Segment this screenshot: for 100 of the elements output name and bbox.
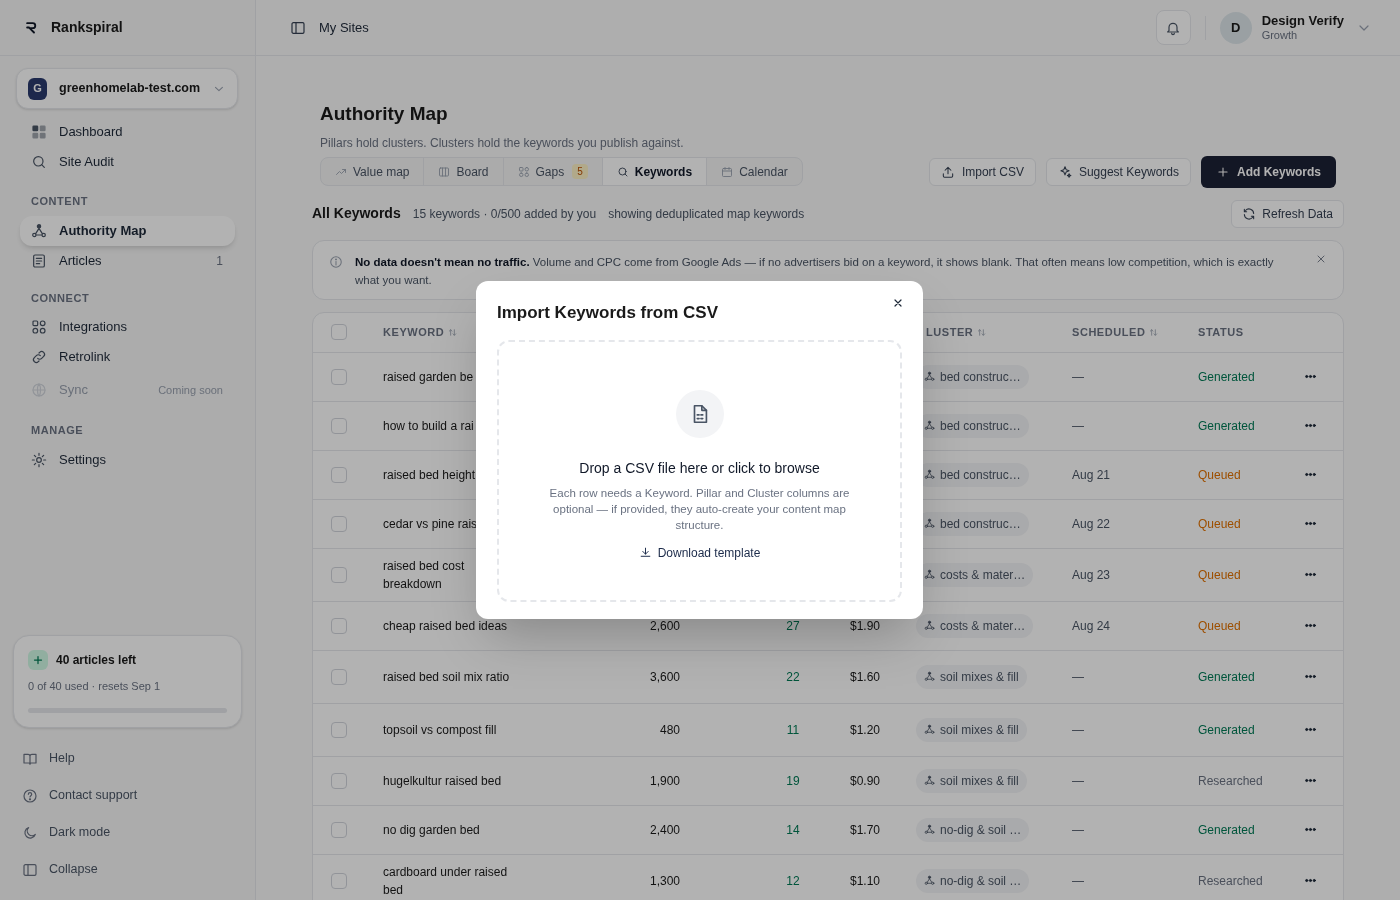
drop-zone[interactable]: Drop a CSV file here or click to browse Each row needs a Keyword. Pillar and Cluster columns are optional — if provided, they auto-create your content map structure. Download template <box>497 339 902 602</box>
nav-item[interactable]: Integrations <box>20 312 235 342</box>
scheduled-cell: Aug 24 <box>1072 618 1111 633</box>
scheduled-cell: — <box>1072 722 1084 737</box>
sort-icon <box>447 326 459 338</box>
nav-label: Sync <box>59 381 89 400</box>
calendar-icon <box>721 165 734 178</box>
scheduled-cell: Aug 21 <box>1072 467 1111 482</box>
footer-link[interactable]: Help <box>22 740 233 777</box>
scheduled-cell: — <box>1072 669 1084 684</box>
column-header[interactable]: KEYWORD <box>383 323 459 341</box>
row-checkbox[interactable] <box>331 872 347 889</box>
status-text: Queued <box>1198 618 1241 633</box>
difficulty-cell: 27 <box>786 618 800 633</box>
difficulty-cell: 12 <box>786 873 800 888</box>
view-tab[interactable]: Board <box>423 158 503 185</box>
cluster-tag[interactable]: no-dig & soil … <box>916 817 1030 842</box>
breadcrumb[interactable]: My Sites <box>319 17 369 38</box>
view-tab[interactable]: Value map <box>321 158 424 185</box>
section-heading: MANAGE <box>30 423 85 438</box>
cpc-cell: $0.90 <box>849 773 880 788</box>
sort-icon <box>1148 326 1160 338</box>
row-checkbox[interactable] <box>331 617 347 634</box>
nodes-icon <box>924 620 935 631</box>
page-title: Authority Map <box>320 102 449 126</box>
view-tab[interactable]: Gaps 5 <box>502 158 602 185</box>
status-text: Queued <box>1198 567 1241 582</box>
row-checkbox[interactable] <box>331 772 347 789</box>
drop-description: Each row needs a Keyword. Pillar and Cluster columns are optional — if provided, they auto-create your content map structure. <box>549 485 850 533</box>
action-button[interactable]: Import CSV <box>928 157 1036 186</box>
column-header[interactable]: LUSTER <box>926 323 988 341</box>
notifications-button[interactable] <box>1155 10 1191 45</box>
column-header[interactable]: SCHEDULED <box>1072 323 1160 341</box>
plus-icon <box>1216 164 1230 179</box>
keyword-cell: cardboard under raised bed <box>383 864 508 897</box>
scheduled-cell: Aug 23 <box>1072 567 1111 582</box>
search-icon <box>616 165 629 178</box>
keyword-cell: cedar vs pine rais <box>383 516 478 531</box>
apps-icon <box>31 319 47 335</box>
site-selector[interactable]: G greenhomelab-test.com <box>16 68 238 109</box>
row-checkbox[interactable] <box>331 417 347 434</box>
scheduled-cell: — <box>1072 418 1084 433</box>
view-tab[interactable]: Calendar <box>706 158 802 185</box>
banner-text: No data doesn't mean no traffic. Volume and CPC come from Google Ads — if no advertisers bid on a keyword, it shows blank. That often means low competition, which is exactly what you want. <box>355 254 1275 288</box>
cpc-cell: $1.60 <box>849 669 880 684</box>
drop-title: Drop a CSV file here or click to browse <box>579 458 820 478</box>
help-icon <box>22 787 38 804</box>
row-checkbox[interactable] <box>331 668 347 685</box>
cluster-tag[interactable]: costs & mater… <box>916 613 1034 638</box>
keyword-cell: how to build a rai <box>383 418 474 433</box>
cluster-tag[interactable]: soil mixes & fill <box>916 717 1027 742</box>
row-checkbox[interactable] <box>331 466 347 483</box>
keyword-cell: raised garden be <box>383 369 474 384</box>
footer-label: Dark mode <box>49 824 111 842</box>
cluster-tag[interactable]: soil mixes & fill <box>916 664 1027 689</box>
nav-item[interactable]: Retrolink <box>20 342 235 372</box>
nav-label: Authority Map <box>59 221 148 240</box>
status-text: Queued <box>1198 467 1241 482</box>
status-text: Generated <box>1198 369 1255 384</box>
row-checkbox[interactable] <box>331 721 347 738</box>
close-button[interactable] <box>892 297 904 309</box>
cluster-tag[interactable]: soil mixes & fill <box>916 768 1027 793</box>
section-heading: CONTENT <box>30 194 89 209</box>
cluster-tag[interactable]: no-dig & soil … <box>916 868 1030 893</box>
action-button[interactable]: Suggest Keywords <box>1045 157 1191 186</box>
panel-icon <box>22 861 38 878</box>
nav-item[interactable]: Authority Map <box>20 215 235 246</box>
template-link[interactable]: Download template <box>638 543 761 562</box>
refresh-button[interactable]: Refresh Data <box>1231 199 1344 228</box>
row-checkbox[interactable] <box>331 515 347 532</box>
footer-link[interactable]: Contact support <box>22 777 233 814</box>
volume-cell: 1,300 <box>649 873 680 888</box>
close-icon <box>892 297 904 309</box>
action-button[interactable]: Add Keywords <box>1201 155 1336 188</box>
apps-icon <box>517 165 530 178</box>
column-header: STATUS <box>1198 324 1244 340</box>
nav-label: Site Audit <box>59 153 115 172</box>
keyword-cell: topsoil vs compost fill <box>383 722 497 737</box>
plus-icon <box>32 653 44 666</box>
scheduled-cell: — <box>1072 822 1084 837</box>
columns-icon <box>438 165 451 178</box>
nav-label: Integrations <box>59 318 128 337</box>
nav-item[interactable]: Settings <box>20 444 235 475</box>
row-checkbox[interactable] <box>331 821 347 838</box>
sidebar-toggle-icon <box>290 19 306 36</box>
view-tab[interactable]: Keywords <box>601 158 707 185</box>
nav-item[interactable]: Dashboard <box>20 117 235 147</box>
scheduled-cell: — <box>1072 369 1084 384</box>
row-checkbox[interactable] <box>331 566 347 583</box>
nodes-icon <box>924 724 935 735</box>
nodes-icon <box>924 775 935 786</box>
footer-link[interactable]: Collapse <box>22 851 233 888</box>
settings-icon <box>31 451 47 468</box>
row-checkbox[interactable] <box>331 324 347 340</box>
nav-label: Articles <box>59 251 103 270</box>
footer-link[interactable]: Dark mode <box>22 814 233 851</box>
nav-item[interactable]: Site Audit <box>20 147 235 177</box>
row-checkbox[interactable] <box>331 368 347 385</box>
keyword-cell: raised bed height <box>383 467 476 482</box>
nav-item[interactable]: Articles 1 <box>20 245 235 276</box>
